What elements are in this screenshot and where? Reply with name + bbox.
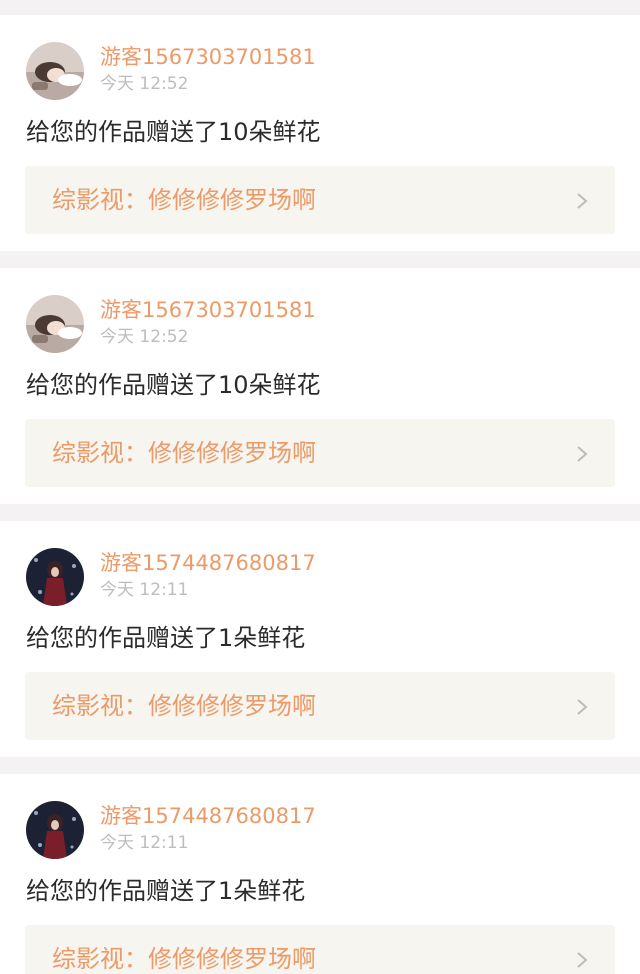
gift-message: 给您的作品赠送了10朵鲜花 (26, 118, 321, 146)
username[interactable]: 游客1574487680817 (100, 550, 316, 576)
chevron-right-icon (575, 444, 589, 464)
timestamp: 今天 12:52 (100, 327, 189, 347)
work-link[interactable]: 综影视：修修修修罗场啊 (25, 419, 615, 487)
work-title: 综影视：修修修修罗场啊 (52, 439, 316, 467)
work-title: 综影视：修修修修罗场啊 (52, 186, 316, 214)
notification-card: 游客1574487680817 今天 12:11 给您的作品赠送了1朵鲜花 综影… (0, 521, 640, 757)
work-link[interactable]: 综影视：修修修修罗场啊 (25, 925, 615, 974)
notification-feed: 游客1567303701581 今天 12:52 给您的作品赠送了10朵鲜花 综… (0, 0, 640, 974)
timestamp: 今天 12:11 (100, 580, 189, 600)
work-link[interactable]: 综影视：修修修修罗场啊 (25, 166, 615, 234)
user-avatar[interactable] (26, 548, 84, 606)
chevron-right-icon (575, 950, 589, 970)
work-link[interactable]: 综影视：修修修修罗场啊 (25, 672, 615, 740)
username[interactable]: 游客1567303701581 (100, 297, 316, 323)
username[interactable]: 游客1574487680817 (100, 803, 316, 829)
user-avatar[interactable] (26, 801, 84, 859)
work-title: 综影视：修修修修罗场啊 (52, 945, 316, 973)
work-title: 综影视：修修修修罗场啊 (52, 692, 316, 720)
girl-lying-avatar-image (26, 42, 84, 100)
timestamp: 今天 12:11 (100, 833, 189, 853)
notification-card: 游客1574487680817 今天 12:11 给您的作品赠送了1朵鲜花 综影… (0, 774, 640, 974)
notification-card: 游客1567303701581 今天 12:52 给您的作品赠送了10朵鲜花 综… (0, 15, 640, 251)
gift-message: 给您的作品赠送了1朵鲜花 (26, 624, 306, 652)
user-avatar[interactable] (26, 295, 84, 353)
gift-message: 给您的作品赠送了1朵鲜花 (26, 877, 306, 905)
notification-card: 游客1567303701581 今天 12:52 给您的作品赠送了10朵鲜花 综… (0, 268, 640, 504)
timestamp: 今天 12:52 (100, 74, 189, 94)
chevron-right-icon (575, 697, 589, 717)
dark-figure-avatar-image (26, 801, 84, 859)
dark-figure-avatar-image (26, 548, 84, 606)
gift-message: 给您的作品赠送了10朵鲜花 (26, 371, 321, 399)
user-avatar[interactable] (26, 42, 84, 100)
girl-lying-avatar-image (26, 295, 84, 353)
chevron-right-icon (575, 191, 589, 211)
username[interactable]: 游客1567303701581 (100, 44, 316, 70)
